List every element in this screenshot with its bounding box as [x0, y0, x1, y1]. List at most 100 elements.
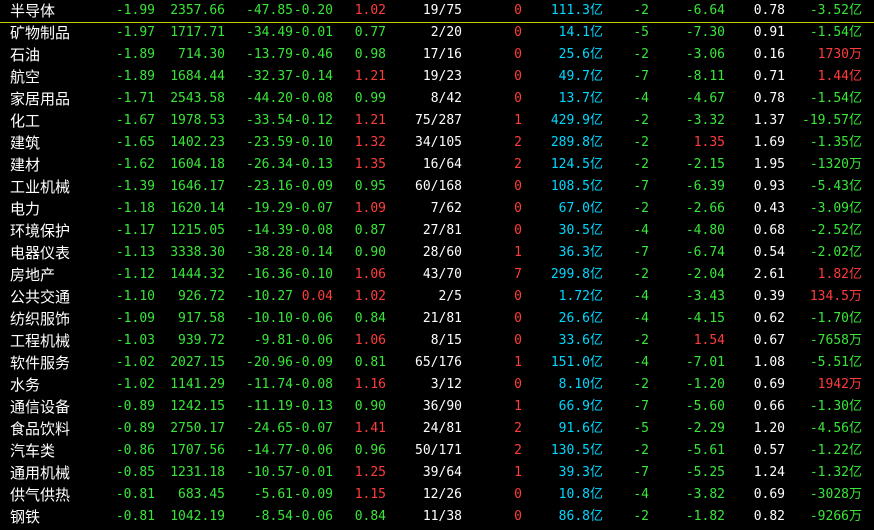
change-percent: -1.71: [115, 91, 155, 106]
turnover-amount: 39.3亿: [559, 462, 603, 484]
days-change: -2: [633, 267, 649, 282]
volume-ratio: 0.81: [354, 355, 386, 370]
speed-value: -0.06: [293, 443, 333, 458]
turnover-amount: 14.1亿: [559, 22, 603, 44]
sector-name: 通用机械: [10, 464, 71, 482]
period-change: -4.67: [685, 91, 725, 106]
limit-up-count: 1: [514, 113, 522, 128]
volume-ratio: 0.84: [354, 311, 386, 326]
turnover-value: 8.10: [558, 377, 590, 392]
turnover-amount: 26.6亿: [559, 308, 603, 330]
period-change: -3.32: [685, 113, 725, 128]
turnover-rate: 0.69: [753, 487, 785, 502]
table-row[interactable]: 环境保护 -1.17 1215.05 -14.39 -0.08 0.87 27/81 0 30.…: [0, 220, 874, 242]
sector-name: 钢铁: [10, 508, 41, 526]
net-flow-unit: 亿: [848, 245, 862, 260]
change-percent: -1.02: [115, 377, 155, 392]
turnover-unit: 亿: [589, 333, 603, 348]
table-row[interactable]: 工业机械 -1.39 1646.17 -23.16 -0.09 0.95 60/168 0 10…: [0, 176, 874, 198]
net-flow-value: -2.02: [809, 245, 849, 260]
table-row[interactable]: 软件服务 -1.02 2027.15 -20.96 -0.09 0.81 65/176 1 15…: [0, 352, 874, 374]
limit-up-count: 2: [514, 135, 522, 150]
table-row[interactable]: 工程机械 -1.03 939.72 -9.81 -0.06 1.06 8/15 0 33.6亿 -…: [0, 330, 874, 352]
sector-name: 石油: [10, 46, 41, 64]
table-row[interactable]: 矿物制品 -1.97 1717.71 -34.49 -0.01 0.77 2/20 0 14.1…: [0, 22, 874, 44]
change-amount: -11.74: [246, 377, 293, 392]
sector-name: 食品饮料: [10, 420, 71, 438]
sector-name: 软件服务: [10, 354, 71, 372]
table-row[interactable]: 钢铁 -0.81 1042.19 -8.54 -0.06 0.84 11/38 0 86.8亿 -…: [0, 506, 874, 528]
net-flow: -1.54亿: [810, 22, 862, 44]
table-row[interactable]: 食品饮料 -0.89 2750.17 -24.65 -0.07 1.41 24/81 2 91.…: [0, 418, 874, 440]
table-row-selected[interactable]: 半导体 -1.99 2357.66 -47.85 -0.20 1.02 19/75 0 111.…: [0, 0, 874, 23]
index-value: 917.58: [178, 311, 225, 326]
sector-name: 半导体: [10, 2, 56, 20]
turnover-value: 66.9: [558, 399, 590, 414]
turnover-value: 39.3: [558, 465, 590, 480]
net-flow: 134.5万: [810, 286, 862, 308]
table-row[interactable]: 通信设备 -0.89 1242.15 -11.19 -0.13 0.90 36/90 1 66.…: [0, 396, 874, 418]
turnover-amount: 33.6亿: [559, 330, 603, 352]
sector-name: 电力: [10, 200, 41, 218]
days-change: -2: [633, 47, 649, 62]
table-row[interactable]: 化工 -1.67 1978.53 -33.54 -0.12 1.21 75/287 1 429.…: [0, 110, 874, 132]
limit-up-count: 1: [514, 355, 522, 370]
turnover-amount: 108.5亿: [551, 176, 603, 198]
net-flow-value: -1320: [809, 157, 849, 172]
days-change: -2: [633, 443, 649, 458]
table-row[interactable]: 石油 -1.89 714.30 -13.79 -0.46 0.98 17/16 0 25.6亿 -…: [0, 44, 874, 66]
limit-up-count: 0: [514, 201, 522, 216]
turnover-rate: 0.78: [753, 91, 785, 106]
net-flow-unit: 万: [848, 157, 862, 172]
days-change: -4: [633, 91, 649, 106]
change-percent: -1.89: [115, 47, 155, 62]
days-change: -7: [633, 69, 649, 84]
speed-value: -0.20: [293, 3, 333, 18]
up-down-count: 39/64: [422, 465, 462, 480]
table-row[interactable]: 水务 -1.02 1141.29 -11.74 -0.08 1.16 3/12 0 8.10亿 -…: [0, 374, 874, 396]
table-row[interactable]: 建材 -1.62 1604.18 -26.34 -0.13 1.35 16/64 2 124.5…: [0, 154, 874, 176]
up-down-count: 16/64: [422, 157, 462, 172]
table-row[interactable]: 电力 -1.18 1620.14 -19.29 -0.07 1.09 7/62 0 67.0亿 -…: [0, 198, 874, 220]
limit-up-count: 2: [514, 443, 522, 458]
speed-value: -0.46: [293, 47, 333, 62]
turnover-value: 14.1: [558, 25, 590, 40]
turnover-amount: 289.8亿: [551, 132, 603, 154]
change-amount: -23.16: [246, 179, 293, 194]
turnover-value: 25.6: [558, 47, 590, 62]
table-row[interactable]: 房地产 -1.12 1444.32 -16.36 -0.10 1.06 43/70 7 299.…: [0, 264, 874, 286]
up-down-count: 11/38: [422, 509, 462, 524]
days-change: -7: [633, 245, 649, 260]
sector-name: 工程机械: [10, 332, 71, 350]
turnover-value: 36.3: [558, 245, 590, 260]
table-row[interactable]: 航空 -1.89 1684.44 -32.37 -0.14 1.21 19/23 0 49.7亿…: [0, 66, 874, 88]
table-row[interactable]: 建筑 -1.65 1402.23 -23.59 -0.10 1.32 34/105 2 289.…: [0, 132, 874, 154]
turnover-value: 67.0: [558, 201, 590, 216]
turnover-amount: 10.8亿: [559, 484, 603, 506]
table-row[interactable]: 纺织服饰 -1.09 917.58 -10.10 -0.06 0.84 21/81 0 26.6…: [0, 308, 874, 330]
volume-ratio: 1.15: [354, 487, 386, 502]
net-flow-unit: 亿: [848, 201, 862, 216]
volume-ratio: 0.95: [354, 179, 386, 194]
change-amount: -47.85: [246, 3, 293, 18]
sector-name: 建筑: [10, 134, 41, 152]
change-amount: -13.79: [246, 47, 293, 62]
change-percent: -1.10: [115, 289, 155, 304]
change-percent: -1.62: [115, 157, 155, 172]
turnover-unit: 亿: [589, 399, 603, 414]
up-down-count: 27/81: [422, 223, 462, 238]
change-percent: -0.85: [115, 465, 155, 480]
turnover-amount: 130.5亿: [551, 440, 603, 462]
up-down-count: 7/62: [430, 201, 462, 216]
table-row[interactable]: 通用机械 -0.85 1231.18 -10.57 -0.01 1.25 39/64 1 39.…: [0, 462, 874, 484]
turnover-value: 289.8: [550, 135, 590, 150]
speed-value: -0.10: [293, 135, 333, 150]
table-row[interactable]: 家居用品 -1.71 2543.58 -44.20 -0.08 0.99 8/42 0 13.7…: [0, 88, 874, 110]
table-row[interactable]: 电器仪表 -1.13 3338.30 -38.28 -0.14 0.90 28/60 1 36.…: [0, 242, 874, 264]
net-flow: -1.32亿: [810, 462, 862, 484]
table-row[interactable]: 供气供热 -0.81 683.45 -5.61 -0.09 1.15 12/26 0 10.8亿…: [0, 484, 874, 506]
index-value: 1242.15: [170, 399, 225, 414]
net-flow: -9266万: [810, 506, 862, 528]
table-row[interactable]: 汽车类 -0.86 1707.56 -14.77 -0.06 0.96 50/171 2 130…: [0, 440, 874, 462]
table-row[interactable]: 公共交通 -1.10 926.72 -10.27 0.04 1.02 2/5 0 1.72亿 -4…: [0, 286, 874, 308]
